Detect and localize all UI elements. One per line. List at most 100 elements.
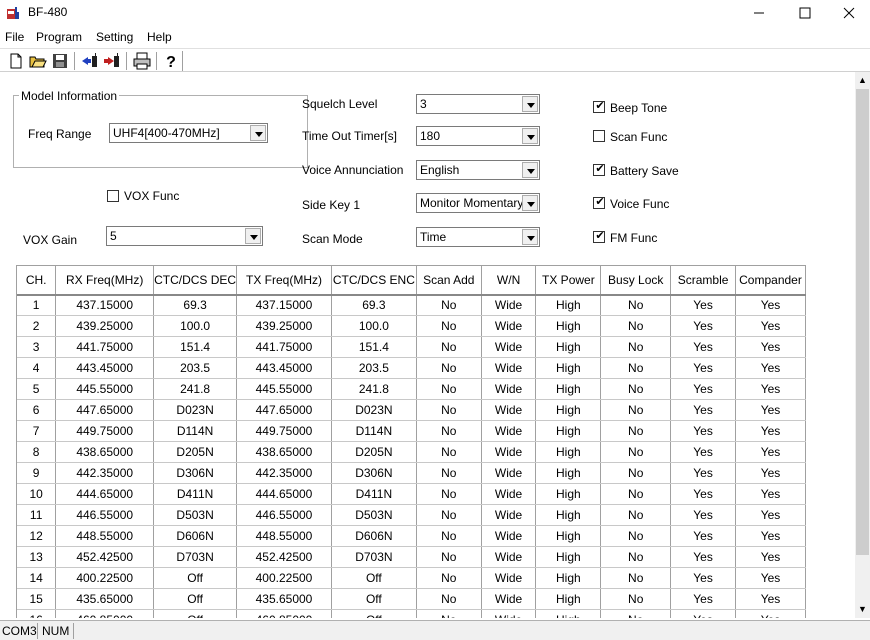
table-cell[interactable]: 3 [17, 336, 57, 358]
table-cell[interactable]: 445.55000 [236, 378, 332, 400]
column-header[interactable]: CH. [17, 265, 57, 296]
table-cell[interactable]: Wide [481, 294, 537, 316]
save-disk-icon[interactable] [50, 51, 70, 71]
menu-setting[interactable]: Setting [96, 30, 133, 44]
table-cell[interactable]: Wide [481, 588, 537, 610]
table-row[interactable]: 11 446.55000 D503N 446.55000 D503N No Wide High… [17, 504, 806, 526]
table-cell[interactable]: 1 [17, 294, 57, 316]
chevron-down-icon[interactable] [522, 195, 538, 211]
table-cell[interactable]: 443.45000 [236, 357, 332, 379]
scroll-up-icon[interactable]: ▲ [855, 72, 870, 89]
table-cell[interactable]: Yes [670, 588, 736, 610]
table-cell[interactable]: Yes [735, 567, 806, 589]
table-cell[interactable]: D114N [331, 420, 417, 442]
scrollbar-thumb[interactable] [856, 89, 869, 555]
scan-mode-select[interactable]: Time [416, 227, 540, 247]
table-row[interactable]: 16460.85000Off460.85000OffNoWideHighNoYe… [17, 609, 806, 618]
table-cell[interactable]: Yes [670, 420, 736, 442]
table-cell[interactable]: No [416, 567, 482, 589]
table-cell[interactable]: 15 [17, 588, 57, 610]
table-cell[interactable]: No [416, 336, 482, 358]
table-row[interactable]: 9 442.35000 D306N 442.35000 D306N No Wide High N… [17, 462, 806, 484]
table-cell[interactable]: 100.0 [153, 315, 238, 337]
table-cell[interactable]: Yes [735, 462, 806, 484]
chevron-down-icon[interactable] [522, 229, 538, 245]
table-cell[interactable]: 10 [17, 483, 57, 505]
table-cell[interactable]: 447.65000 [55, 399, 155, 421]
table-cell[interactable]: Yes [735, 336, 806, 358]
table-cell[interactable]: Yes [735, 483, 806, 505]
table-cell[interactable]: 203.5 [331, 357, 417, 379]
table-cell[interactable]: Off [153, 567, 238, 589]
table-cell[interactable]: 151.4 [331, 336, 417, 358]
table-cell[interactable]: 241.8 [153, 378, 238, 400]
table-cell[interactable]: Yes [735, 546, 806, 568]
table-cell[interactable]: 2 [17, 315, 57, 337]
table-cell[interactable]: 441.75000 [55, 336, 155, 358]
table-cell[interactable]: No [600, 315, 672, 337]
table-cell[interactable]: No [600, 336, 672, 358]
table-cell[interactable]: 435.65000 [55, 588, 155, 610]
scan-func-checkbox[interactable] [593, 130, 605, 142]
table-row[interactable]: 8 438.65000 D205N 438.65000 D205N No Wide High N… [17, 441, 806, 463]
table-cell[interactable]: 442.35000 [236, 462, 332, 484]
table-cell[interactable]: Yes [670, 609, 736, 618]
print-icon[interactable] [132, 51, 152, 71]
table-cell[interactable]: 151.4 [153, 336, 238, 358]
table-cell[interactable]: 443.45000 [55, 357, 155, 379]
table-cell[interactable]: Yes [670, 294, 736, 316]
vox-func-checkbox[interactable] [107, 190, 119, 202]
table-cell[interactable]: D306N [331, 462, 417, 484]
table-cell[interactable]: Wide [481, 546, 537, 568]
table-cell[interactable]: Wide [481, 504, 537, 526]
table-row[interactable]: 10 444.65000 D411N 444.65000 D411N No Wide High… [17, 483, 806, 505]
column-header[interactable]: TX Power [535, 265, 602, 296]
table-cell[interactable]: 4 [17, 357, 57, 379]
table-cell[interactable]: No [600, 357, 672, 379]
table-cell[interactable]: 446.55000 [55, 504, 155, 526]
table-cell[interactable]: Yes [735, 378, 806, 400]
table-cell[interactable]: D606N [153, 525, 238, 547]
table-cell[interactable]: 448.55000 [55, 525, 155, 547]
table-row[interactable]: 12 448.55000 D606N 448.55000 D606N No Wide High… [17, 525, 806, 547]
table-cell[interactable]: Yes [670, 357, 736, 379]
table-cell[interactable]: High [535, 336, 602, 358]
open-folder-icon[interactable] [28, 51, 48, 71]
fm-func-checkbox[interactable]: ✔ [593, 230, 605, 243]
squelch-level-select[interactable]: 3 [416, 94, 540, 114]
table-row[interactable]: 14 400.22500 Off 400.22500 Off No Wide High No Ye… [17, 567, 806, 589]
table-cell[interactable]: High [535, 504, 602, 526]
table-cell[interactable]: 444.65000 [55, 483, 155, 505]
table-cell[interactable]: 5 [17, 378, 57, 400]
column-header[interactable]: W/N [481, 265, 537, 296]
table-cell[interactable]: No [600, 399, 672, 421]
table-cell[interactable]: No [416, 588, 482, 610]
table-cell[interactable]: D703N [153, 546, 238, 568]
table-cell[interactable]: 6 [17, 399, 57, 421]
scroll-down-icon[interactable]: ▼ [855, 601, 870, 618]
table-cell[interactable]: No [600, 588, 672, 610]
chevron-down-icon[interactable] [522, 128, 538, 144]
table-cell[interactable]: Yes [735, 357, 806, 379]
table-cell[interactable]: No [600, 294, 672, 316]
table-cell[interactable]: 100.0 [331, 315, 417, 337]
table-cell[interactable]: High [535, 588, 602, 610]
table-cell[interactable]: D205N [153, 441, 238, 463]
table-row[interactable]: 4 443.45000 203.5 443.45000 203.5 No Wide High N… [17, 357, 806, 379]
side-key-1-select[interactable]: Monitor Momentary [416, 193, 540, 213]
table-cell[interactable]: Wide [481, 357, 537, 379]
table-cell[interactable]: No [600, 567, 672, 589]
table-cell[interactable]: Yes [735, 294, 806, 316]
table-cell[interactable]: 9 [17, 462, 57, 484]
table-cell[interactable]: D503N [331, 504, 417, 526]
table-cell[interactable]: Yes [670, 315, 736, 337]
table-cell[interactable]: 460.85000 [236, 609, 332, 618]
close-button[interactable] [826, 0, 870, 26]
table-cell[interactable]: 449.75000 [236, 420, 332, 442]
table-cell[interactable]: 69.3 [331, 294, 417, 316]
table-cell[interactable]: 446.55000 [236, 504, 332, 526]
table-cell[interactable]: 447.65000 [236, 399, 332, 421]
table-cell[interactable]: Yes [670, 546, 736, 568]
vertical-scrollbar[interactable]: ▲ ▼ [855, 72, 870, 618]
table-cell[interactable]: No [600, 462, 672, 484]
